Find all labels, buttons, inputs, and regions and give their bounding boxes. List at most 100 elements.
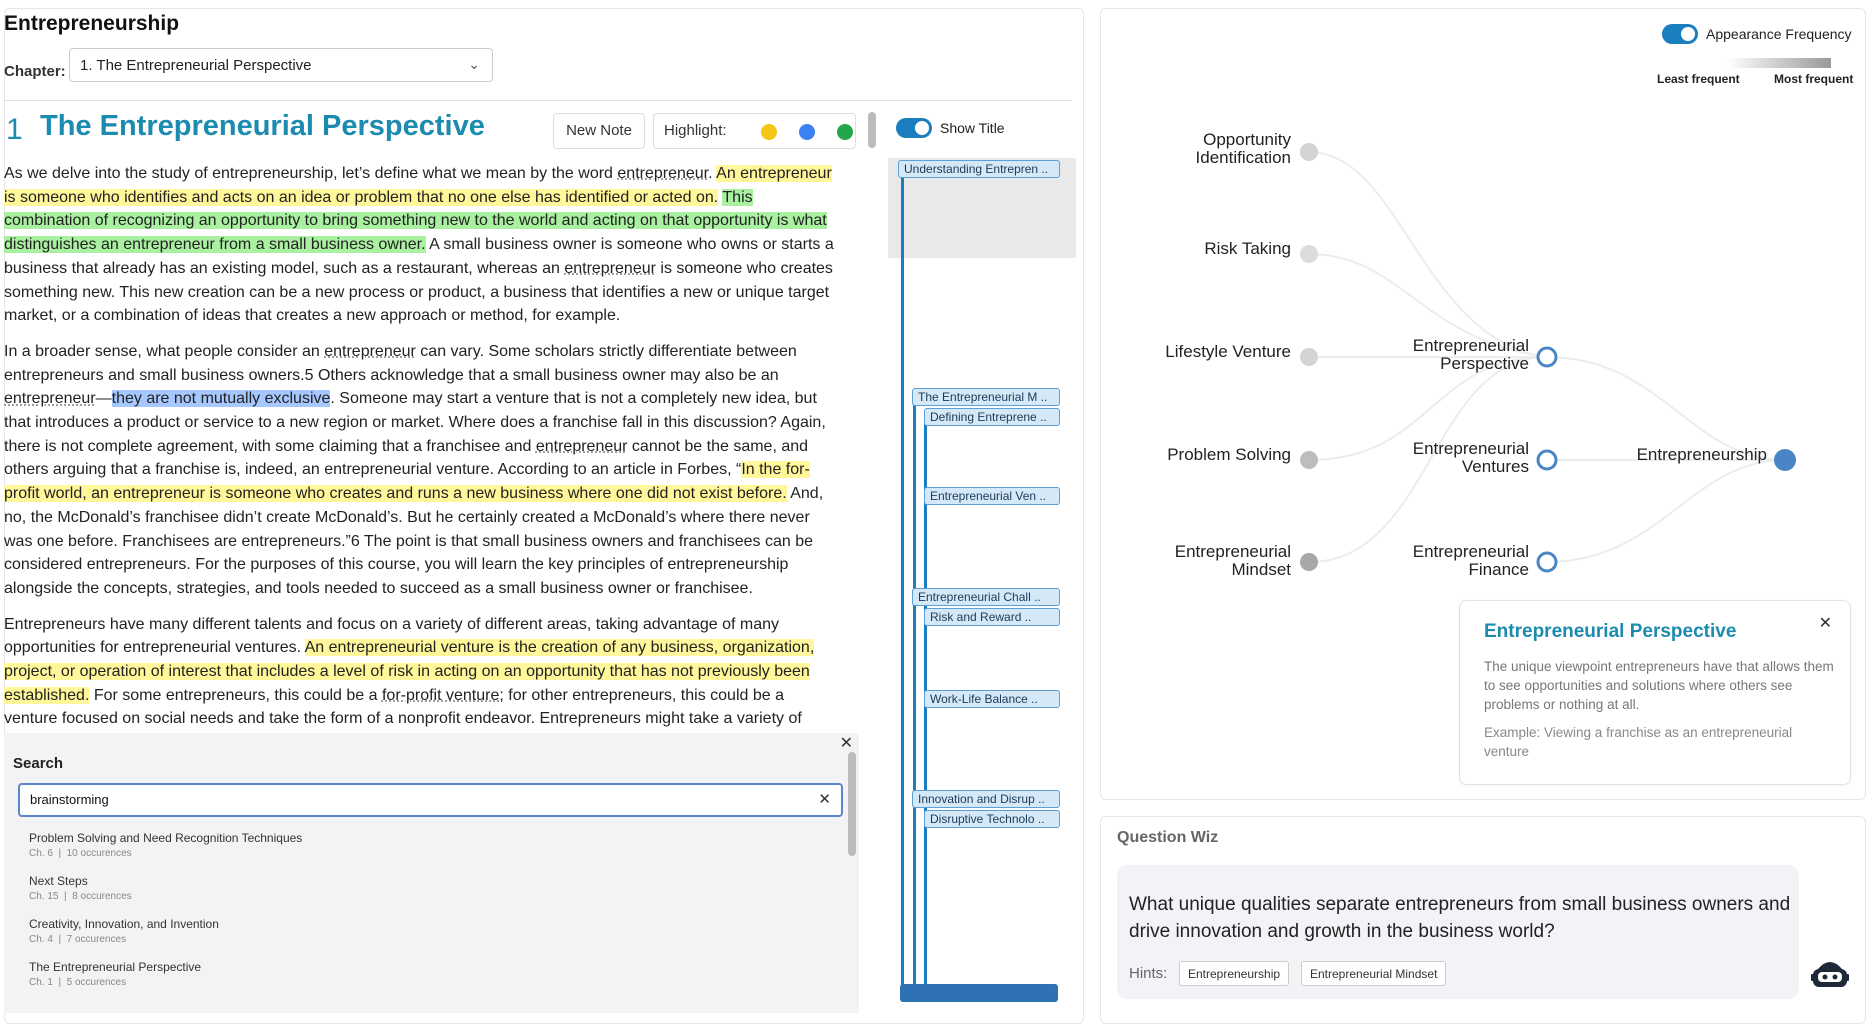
appearance-frequency-label: Appearance Frequency [1706,26,1852,42]
hint-chip[interactable]: Entrepreneurship [1179,961,1290,986]
timeline-item[interactable]: Defining Entreprene .. [924,408,1060,426]
result-title: Problem Solving and Need Recognition Tec… [29,831,303,845]
timeline-item[interactable]: Risk and Reward .. [924,608,1060,626]
chapter-select-value: 1. The Entrepreneurial Perspective [80,57,312,74]
graph-edge [1546,459,1786,563]
reader-scrollbar[interactable] [868,112,876,148]
glossary-term[interactable]: entrepreneur [536,438,628,455]
node-label: Entrepreneurship [1637,445,1767,464]
highlight-blue-button[interactable] [799,124,815,140]
node-label: Ventures [1462,457,1529,476]
text-run: In a broader sense, what people consider… [4,342,325,360]
node-label: Entrepreneurial [1175,542,1291,561]
section-timeline: Show Title Understanding Entrepren .. Th… [888,110,1076,1015]
graph-node-entrepreneurship[interactable] [1774,449,1796,471]
chapter-label: Chapter: [4,63,66,80]
result-chapter: Ch. 15 [29,891,59,902]
graph-node-entrepreneurial-finance[interactable] [1536,551,1558,573]
show-title-toggle[interactable] [896,118,932,138]
timeline-item[interactable]: Entrepreneurial Ven .. [924,487,1060,505]
node-label: Finance [1469,560,1529,579]
highlight-yellow-button[interactable] [761,124,777,140]
graph-node-opportunity[interactable] [1300,143,1318,161]
node-label: Entrepreneurial [1413,542,1529,561]
result-count: 5 occurences [66,977,127,988]
definition-example: Example: Viewing a franchise as an entre… [1484,725,1793,759]
chapter-text: As we delve into the study of entreprene… [0,158,860,730]
new-note-button[interactable]: New Note [553,113,645,149]
timeline-item[interactable]: The Entrepreneurial M .. [912,388,1060,406]
highlight-label: Highlight: [664,122,727,139]
show-title-label: Show Title [940,120,1005,136]
timeline-item[interactable]: Entrepreneurial Chall .. [912,588,1060,606]
node-label: Risk Taking [1204,239,1291,258]
timeline-line [901,168,904,988]
search-result[interactable]: Creativity, Innovation, and Invention Ch… [29,917,219,945]
glossary-term[interactable]: entrepreneur [617,165,708,182]
highlighted-text: An [716,165,741,182]
glossary-term[interactable]: entrepreneur [4,390,96,407]
result-chapter: Ch. 4 [29,934,53,945]
close-icon[interactable]: ✕ [840,733,853,753]
clear-search-icon[interactable]: ✕ [818,790,831,808]
result-title: Creativity, Innovation, and Invention [29,917,219,931]
question-card: What unique qualities separate entrepren… [1117,865,1799,999]
text-run: As we delve into the study of entreprene… [4,165,618,182]
result-chapter: Ch. 1 [29,977,53,988]
glossary-term[interactable]: entrepreneur [564,260,656,277]
timeline-scroll-bar[interactable] [900,984,1058,1002]
result-chapter: Ch. 6 [29,848,53,859]
search-result[interactable]: The Entrepreneurial Perspective Ch. 1 | … [29,960,201,988]
graph-node-risk-taking[interactable] [1300,245,1318,263]
result-title: Next Steps [29,874,88,888]
graph-node-problem-solving[interactable] [1300,451,1318,469]
search-panel: ✕ Search brainstorming ✕ Problem Solving… [4,733,859,1013]
result-count: 7 occurences [66,934,127,945]
paragraph: Entrepreneurs have many different talent… [4,613,840,730]
node-label: Entrepreneurial [1413,439,1529,458]
search-input[interactable]: brainstorming ✕ [18,783,843,817]
timeline-item[interactable]: Innovation and Disrup .. [912,790,1060,808]
app-title: Entrepreneurship [4,12,180,35]
definition-card: Entrepreneurial Perspective ✕ The unique… [1459,600,1851,785]
timeline-item[interactable]: Understanding Entrepren .. [898,160,1060,178]
search-result[interactable]: Problem Solving and Need Recognition Tec… [29,831,302,859]
glossary-term[interactable]: for-profit venture [382,687,499,704]
chapter-select[interactable]: 1. The Entrepreneurial Perspective ⌄ [69,48,493,82]
node-label: Mindset [1231,560,1291,579]
search-label: Search [13,755,64,772]
highlight-toolbar: Highlight: [653,113,856,149]
question-wiz-title: Question Wiz [1117,829,1219,846]
highlight-green-button[interactable] [837,124,853,140]
highlighted-text: they are not mutually exclusive [111,390,331,408]
text-run: . [708,165,717,182]
graph-node-entrepreneurial-ventures[interactable] [1536,449,1558,471]
result-title: The Entrepreneurial Perspective [29,960,202,974]
graph-node-entrepreneurial-perspective[interactable] [1536,346,1558,368]
graph-edge [1308,151,1548,358]
node-label: Problem Solving [1167,445,1291,464]
graph-node-lifestyle-venture[interactable] [1300,348,1318,366]
robot-assistant-icon[interactable] [1811,957,1849,991]
result-count: 10 occurences [66,848,132,859]
chevron-down-icon: ⌄ [468,56,480,72]
timeline-item[interactable]: Disruptive Technolo .. [924,810,1060,828]
appearance-frequency-toggle[interactable] [1662,24,1698,44]
search-result[interactable]: Next Steps Ch. 15 | 8 occurences [29,874,132,902]
search-scrollbar[interactable] [848,752,856,856]
node-label: Lifestyle Venture [1165,342,1291,361]
node-label: Perspective [1440,354,1529,373]
glossary-term[interactable]: entrepreneur [324,343,416,360]
graph-node-entrepreneurial-mindset[interactable] [1300,553,1318,571]
timeline-item[interactable]: Work-Life Balance .. [924,690,1060,708]
legend-least-label: Least frequent [1657,72,1740,86]
text-run: — [95,390,112,408]
hints-label: Hints: [1129,965,1168,982]
question-wiz-panel: Question Wiz What unique qualities separ… [1100,816,1866,1024]
frequency-gradient-legend [1727,58,1831,68]
close-icon[interactable]: ✕ [1819,613,1832,633]
node-label: Entrepreneurial [1413,336,1529,355]
hint-chip[interactable]: Entrepreneurial Mindset [1301,961,1447,986]
paragraph: In a broader sense, what people consider… [4,340,840,601]
node-label: Identification [1196,148,1291,167]
